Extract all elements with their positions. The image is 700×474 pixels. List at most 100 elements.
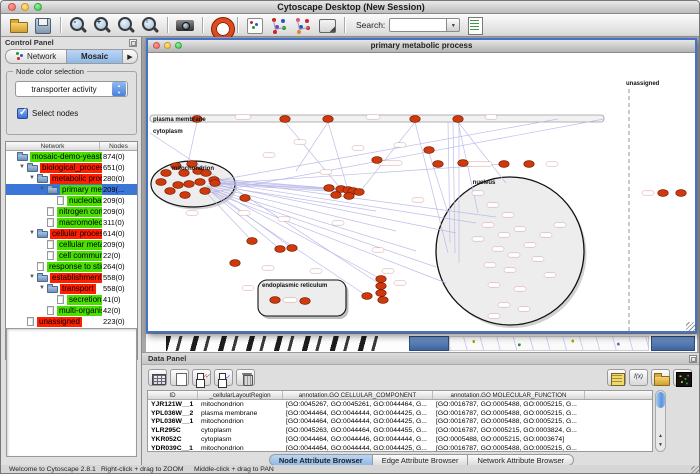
tree-row[interactable]: ▼biological_process651(0) [6, 162, 137, 173]
attribute-document-button[interactable] [464, 15, 486, 35]
zoom-selected-button[interactable]: ▫ [139, 15, 161, 35]
tab-network[interactable]: Network [5, 49, 66, 64]
network-node[interactable] [324, 185, 334, 192]
zoom-in-button[interactable]: + [91, 15, 113, 35]
network-node[interactable] [354, 189, 364, 196]
search-input[interactable] [389, 18, 447, 32]
network-canvas[interactable]: plasma membranecytoplasmmitochondrionnuc… [148, 53, 695, 331]
zoom-fit-button[interactable] [115, 15, 137, 35]
network-node[interactable] [376, 276, 386, 283]
column-header[interactable]: ID [148, 391, 198, 399]
network-node[interactable] [287, 245, 297, 252]
column-header[interactable]: annotation.GO MOLECULAR_FUNCTION [433, 391, 585, 399]
matrix-button[interactable] [673, 369, 692, 386]
network-overlay-button[interactable] [268, 15, 290, 35]
attr-select-all-button[interactable] [192, 369, 211, 386]
network-node[interactable] [458, 160, 468, 167]
expander-icon[interactable]: ▼ [19, 162, 27, 173]
tree-row[interactable]: macromolecule311(0) [6, 217, 137, 228]
life-ring-button[interactable] [209, 15, 231, 35]
float-panel-icon[interactable] [689, 355, 697, 363]
tab-mosaic[interactable]: Mosaic [66, 49, 123, 64]
table-row[interactable]: YDR039C__1mitochondrion[GO:0044464, GO:0… [148, 444, 652, 452]
tree-row[interactable]: ▼primary metabo209(... [6, 184, 137, 195]
open-button[interactable] [8, 15, 30, 35]
select-nodes-checkbox[interactable] [17, 108, 28, 119]
expander-icon[interactable]: ▼ [39, 184, 47, 195]
network-node[interactable] [173, 182, 183, 189]
network-node[interactable] [344, 193, 354, 200]
network-node[interactable] [453, 116, 463, 123]
table-row[interactable]: YPL036W__1mitochondrion[GO:0044464, GO:0… [148, 418, 652, 427]
network-node[interactable] [180, 192, 190, 199]
tree-row[interactable]: mosaic-demo-yeast874(0) [6, 151, 137, 162]
table-row[interactable]: YLR295Ccytoplasm[GO:0045263, GO:0044464,… [148, 426, 652, 435]
table-row[interactable]: YJR121W__1mitochondrion[GO:0045267, GO:0… [148, 400, 652, 409]
tab-scroll-right-icon[interactable]: ▶ [123, 49, 138, 64]
attr-import-button[interactable] [651, 369, 670, 386]
network-node[interactable] [200, 188, 210, 195]
network-node[interactable] [161, 170, 171, 177]
tree-row[interactable]: nitrogen compo209(0) [6, 206, 137, 217]
network-node[interactable] [376, 283, 386, 290]
attr-unselect-button[interactable] [214, 369, 233, 386]
tree-row[interactable]: response to stimulu264(0) [6, 261, 137, 272]
annotation-button[interactable] [316, 15, 338, 35]
camera-button[interactable] [174, 15, 196, 35]
attr-grid-button[interactable] [148, 369, 167, 386]
network-window-titlebar[interactable]: primary metabolic process [148, 40, 695, 53]
tree-row[interactable]: ▼transport558(0) [6, 283, 137, 294]
network-node[interactable] [433, 161, 443, 168]
network-node[interactable] [524, 161, 534, 168]
tree-row[interactable]: cellular metabol209(0) [6, 239, 137, 250]
network-node[interactable] [323, 116, 333, 123]
table-scrollbar[interactable]: ▲ ▼ [655, 390, 666, 452]
tree-column-nodes[interactable]: Nodes [100, 142, 137, 150]
network-node[interactable] [247, 238, 257, 245]
network-node[interactable] [184, 181, 194, 188]
network-node[interactable] [275, 246, 285, 253]
scroll-down-icon[interactable]: ▼ [656, 441, 665, 450]
tree-row[interactable]: unassigned223(0) [6, 316, 137, 327]
save-button[interactable] [32, 15, 54, 35]
network-node[interactable] [378, 297, 388, 304]
table-row[interactable]: YPL036W__2plasma membrane[GO:0044464, GO… [148, 409, 652, 418]
expander-icon[interactable]: ▼ [29, 173, 37, 184]
column-header[interactable]: annotation.GO CELLULAR_COMPONENT [283, 391, 433, 399]
network-node[interactable] [658, 190, 668, 197]
network-node[interactable] [424, 147, 434, 154]
fx-button[interactable]: f(x) [629, 369, 648, 386]
table-row[interactable]: YKR052Ccytoplasm[GO:0044464, GO:0044446,… [148, 435, 652, 444]
tree-row[interactable]: multi-organism pro42(0) [6, 305, 137, 316]
scroll-up-icon[interactable]: ▲ [656, 432, 665, 441]
zoom-out-button[interactable]: - [67, 15, 89, 35]
network-node[interactable] [195, 179, 205, 186]
network-node[interactable] [676, 190, 686, 197]
column-header[interactable]: _cellularLayoutRegion [198, 391, 283, 399]
network-node[interactable] [362, 293, 372, 300]
window-resize-grip[interactable] [686, 322, 695, 331]
expander-icon[interactable]: ▼ [29, 272, 37, 283]
tree-row[interactable]: secretion41(0) [6, 294, 137, 305]
attr-new-button[interactable] [170, 369, 189, 386]
network-node[interactable] [240, 195, 250, 202]
tree-row[interactable]: ▼establishment of lo558(0) [6, 272, 137, 283]
network-node[interactable] [376, 290, 386, 297]
network-node[interactable] [331, 192, 341, 199]
node-color-dropdown[interactable]: transporter activity [15, 81, 128, 97]
attr-table-button[interactable] [607, 369, 626, 386]
scrollbar-thumb[interactable] [656, 392, 665, 408]
tree-column-network[interactable]: Network [6, 142, 100, 150]
network-filter-button[interactable] [292, 15, 314, 35]
search-dropdown-icon[interactable]: ▼ [447, 18, 460, 32]
vizmapper-button[interactable] [244, 15, 266, 35]
tree-row[interactable]: ▼metabolic process280(0) [6, 173, 137, 184]
float-panel-icon[interactable] [129, 39, 137, 47]
network-node[interactable] [499, 161, 509, 168]
attr-delete-button[interactable] [236, 369, 255, 386]
network-node[interactable] [156, 179, 166, 186]
tree-row[interactable]: nucleobase-209(0) [6, 195, 137, 206]
expander-icon[interactable]: ▼ [39, 283, 47, 294]
network-node[interactable] [165, 188, 175, 195]
network-node[interactable] [210, 180, 220, 187]
